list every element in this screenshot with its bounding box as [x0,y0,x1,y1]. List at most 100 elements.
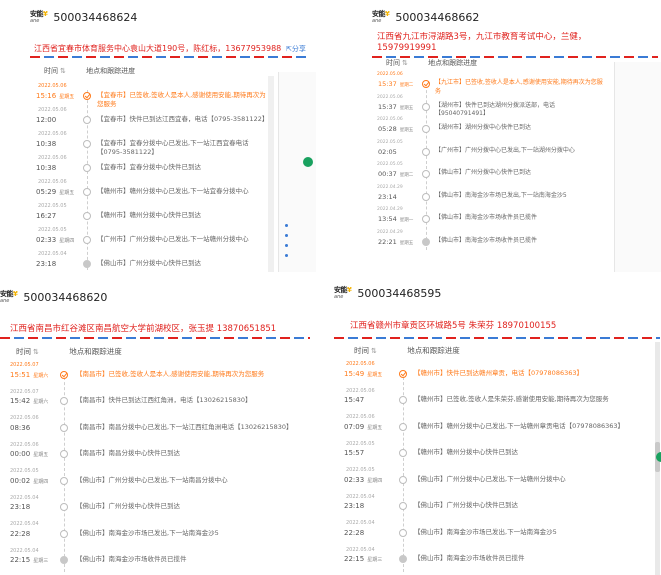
row-time: 00:00 星期五 [10,450,48,458]
row-time-value: 23:14 [378,192,397,201]
timeline-dot-icon [60,423,68,432]
row-time-value: 15:37 [378,102,397,111]
timeline-dot-icon [83,139,91,148]
row-date: 2022.05.04 [346,546,375,553]
row-date: 2022.05.06 [377,72,403,77]
timeline-dot-icon [399,555,407,563]
row-time-value: 15:47 [344,396,365,404]
row-time-value: 15:37 [378,80,397,88]
row-time-value: 15:49 [344,369,365,378]
row-description: 【佛山市】南海金沙市场收件员已揽件 [435,214,538,221]
row-date: 2022.05.06 [346,387,375,394]
row-date: 2022.05.06 [346,361,375,367]
timeline-dot-icon [83,259,91,268]
row-time: 08:36 [10,424,30,432]
row-time: 22:28 [344,529,364,537]
row-date: 2022.05.06 [10,415,39,421]
row-time: 15:37 星期五 [378,103,413,111]
row-date: 2022.05.06 [38,107,67,113]
row-date: 2022.05.05 [377,139,403,145]
row-time: 00:37 星期二 [378,170,413,178]
row-time: 02:33 星期四 [36,236,74,244]
row-date: 2022.04.29 [377,229,403,235]
row-time-value: 15:42 [10,397,31,405]
tracking-row: 2022.05.04 22:15 星期三 【佛山市】南海金沙市场收件员已揽件 [332,547,661,574]
row-date: 2022.05.05 [10,468,39,474]
row-time-value: 02:33 [344,475,365,484]
row-time: 16:27 [36,212,56,220]
row-description: 【佛山市】南海金沙市场已发出,下一站南海金沙5 [76,528,219,537]
row-time-value: 15:57 [344,449,365,457]
row-description: 【佛山市】广州分拨中心已发出,下一站赣州分拨中心 [414,474,566,483]
row-time: 23:18 [344,502,364,510]
row-time-value: 08:36 [10,423,31,432]
tracking-row: 2022.05.06 05:28 星期五 【湖州市】湖州分拨中心快件已到达 [318,117,661,140]
timeline-dot-icon [399,528,407,537]
row-date: 2022.05.06 [377,94,403,100]
timeline-dot-icon [83,235,91,244]
row-description: 【赣州市】赣州分拨中心快件已到达 [414,448,518,456]
row-description: 【佛山市】南海金沙市场收件员已揽件 [435,236,538,244]
row-time-value: 22:15 [10,556,31,564]
status-check-icon [60,370,68,379]
tracking-row: 2022.05.06 07:09 星期五 【赣州市】赣州分拨中心已发出,下一站赣州章贡… [332,414,661,441]
row-date: 2022.05.05 [38,227,67,233]
tracking-list: 2022.05.07 15:51 星期六 【南昌市】已签收,签收人是本人,感谢使用安能… [0,282,310,575]
row-weekday: 星期三 [33,558,49,564]
row-description: 【赣州市】快件已到达赣州章贡，电话【07978086363】 [414,368,583,377]
row-time: 10:38 [36,140,56,148]
row-weekday: 星期三 [367,557,383,563]
row-date: 2022.05.05 [377,162,403,167]
tracking-row: 2022.05.06 15:16 星期五 【宜春市】已签收,签收人是本人,感谢使用安能… [0,83,316,108]
row-time: 02:33 星期四 [344,476,382,484]
timeline-dot-icon [422,237,430,246]
row-date: 2022.05.06 [38,155,67,161]
tracking-row: 2022.05.05 02:05 【广州市】广州分拨中心已发出,下一站湖州分拨中心 [318,140,661,163]
row-date: 2022.04.29 [377,207,403,212]
tracking-row: 2022.05.07 15:42 星期六 【南昌市】快件已到达江西红角洲，电话【130… [0,389,310,416]
row-description: 【广州市】广州分拨中心已发出,下一站湖州分拨中心 [435,146,575,154]
row-date: 2022.05.04 [346,520,375,526]
row-time: 15:57 [344,449,364,457]
row-date: 2022.05.04 [10,521,39,527]
row-time-value: 05:29 [36,187,57,196]
row-time-value: 15:51 [10,370,31,379]
timeline-dot-icon [399,449,407,457]
row-time-value: 00:37 [378,170,397,178]
tracking-row: 2022.05.05 00:37 星期二 【佛山市】广州分拨中心快件已到达 [318,162,661,185]
row-time: 10:38 [36,164,56,172]
row-time-value: 22:15 [344,555,365,563]
timeline-dot-icon [60,476,68,485]
row-date: 2022.05.05 [38,203,67,209]
row-description: 【南昌市】快件已到达江西红角洲，电话【13026215830】 [76,396,252,404]
row-description: 【南昌市】南昌分拨中心已发出,下一站江西红角洲电话【13026215830】 [76,422,293,431]
row-weekday: 星期五 [59,93,75,100]
row-date: 2022.05.06 [10,441,39,448]
row-time: 22:15 星期三 [10,556,48,564]
timeline-dot-icon [83,115,91,124]
row-time: 22:21 星期五 [378,238,413,246]
row-time-value: 05:28 [378,125,397,133]
tracking-row: 2022.04.29 22:21 星期五 【佛山市】南海金沙市场收件员已揽件 [318,230,661,253]
tracking-row: 2022.05.04 23:18 【佛山市】广州分拨中心快件已到达 [332,494,661,521]
tracking-panel-3: 安能¥ ane 500034468620 江西省南昌市红谷滩区南昌航空大学前湖校… [0,282,310,575]
row-description: 【湖州市】湖州分拨中心快件已到达 [435,124,532,131]
tracking-row: 2022.05.06 10:38 【宜春市】宜春分拨中心快件已到达 [0,155,316,179]
tracking-row: 2022.05.06 08:36 【南昌市】南昌分拨中心已发出,下一站江西红角洲电话… [0,415,310,442]
timeline-dot-icon [60,529,68,538]
tracking-row: 2022.05.04 22:15 星期三 【佛山市】南海金沙市场收件员已揽件 [0,548,310,575]
timeline-dot-icon [60,556,68,564]
row-time: 05:28 星期五 [378,125,413,133]
row-time: 15:49 星期五 [344,370,382,378]
row-time-value: 23:18 [10,503,31,511]
row-time-value: 12:00 [36,115,57,124]
row-time-value: 22:28 [10,529,31,538]
tracking-row: 2022.04.29 23:14 【佛山市】南海金沙市场已发出,下一站南海金沙5 [318,185,661,208]
row-time: 23:18 [36,260,56,268]
row-description: 【赣州市】赣州分拨中心快件已到达 [97,210,201,219]
row-time: 07:09 星期五 [344,423,382,431]
row-time-value: 22:28 [344,528,365,537]
timeline-dot-icon [399,502,407,510]
row-time-value: 00:00 [10,450,31,458]
row-time: 23:14 [378,193,397,201]
